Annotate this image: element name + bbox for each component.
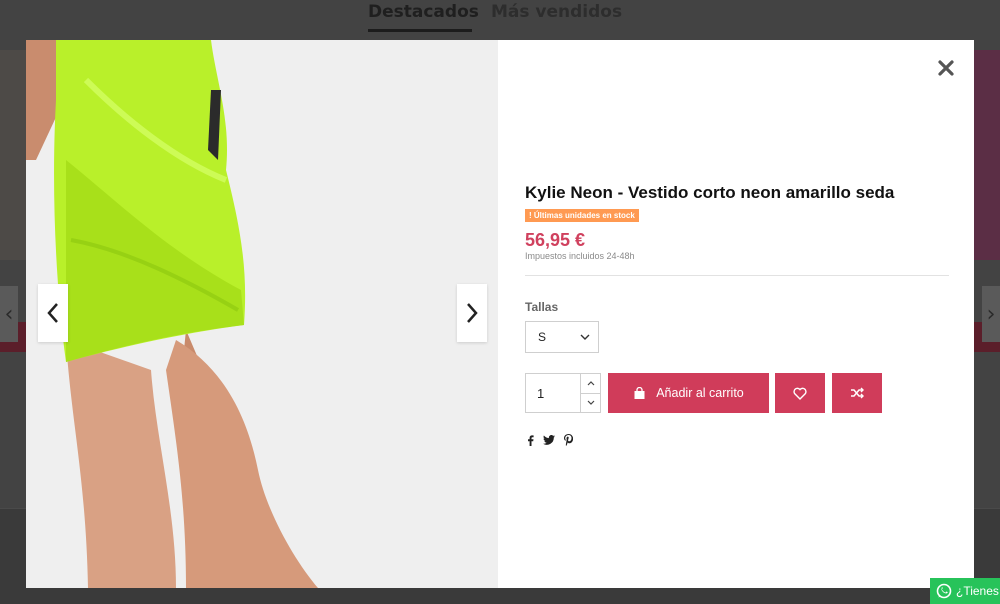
compare-button[interactable] xyxy=(832,373,882,413)
tax-note: Impuestos incluidos 24-48h xyxy=(525,251,635,261)
pinterest-share-button[interactable] xyxy=(564,434,573,446)
close-modal-button[interactable] xyxy=(936,58,956,78)
shopping-bag-icon xyxy=(634,386,645,399)
wishlist-button[interactable] xyxy=(775,373,825,413)
quantity-decrease-button[interactable] xyxy=(581,392,600,413)
whatsapp-icon xyxy=(936,583,952,599)
pinterest-icon xyxy=(564,434,573,446)
product-image xyxy=(26,40,498,588)
quantity-stepper: 1 xyxy=(525,373,601,413)
chevron-right-icon xyxy=(467,303,478,323)
stock-badge: ! Últimas unidades en stock xyxy=(525,209,639,222)
product-info-panel: Kylie Neon - Vestido corto neon amarillo… xyxy=(498,40,974,588)
close-icon xyxy=(938,60,954,76)
quantity-input[interactable]: 1 xyxy=(526,374,580,412)
quantity-buttons xyxy=(580,374,600,412)
product-price: 56,95 € xyxy=(525,230,586,250)
quantity-increase-button[interactable] xyxy=(581,374,600,393)
size-label: Tallas xyxy=(525,300,559,314)
chevron-down-icon xyxy=(580,334,590,340)
quick-view-modal: Kylie Neon - Vestido corto neon amarillo… xyxy=(26,40,974,588)
facebook-icon xyxy=(528,434,534,446)
share-links xyxy=(527,434,573,446)
chevron-up-icon xyxy=(587,380,594,386)
twitter-share-button[interactable] xyxy=(543,435,555,445)
product-photo xyxy=(26,40,498,588)
chevron-down-icon xyxy=(587,400,594,406)
size-select[interactable]: S xyxy=(525,321,599,353)
carousel-next-arrow[interactable]: › xyxy=(982,286,1000,342)
add-to-cart-label: Añadir al carrito xyxy=(656,386,744,400)
size-selected-value: S xyxy=(538,330,547,344)
shuffle-icon xyxy=(851,387,864,399)
background-product-card-right xyxy=(974,50,1000,260)
carousel-prev-arrow[interactable]: ‹ xyxy=(0,286,18,342)
whatsapp-chat-button[interactable]: ¿Tienes xyxy=(930,578,1000,604)
image-next-button[interactable] xyxy=(457,284,487,342)
add-to-cart-button[interactable]: Añadir al carrito xyxy=(608,373,769,413)
product-title: Kylie Neon - Vestido corto neon amarillo… xyxy=(525,183,895,202)
facebook-share-button[interactable] xyxy=(527,434,534,446)
chevron-left-icon xyxy=(47,303,58,323)
active-tab-indicator xyxy=(368,29,472,32)
whatsapp-label: ¿Tienes xyxy=(956,584,999,598)
divider xyxy=(525,275,949,276)
tab-destacados[interactable]: Destacados xyxy=(368,2,479,22)
background-product-card-left xyxy=(0,50,26,260)
heart-icon xyxy=(793,387,807,400)
tab-mas-vendidos[interactable]: Más vendidos xyxy=(491,2,622,22)
product-tabs: Destacados Más vendidos xyxy=(0,0,1000,36)
image-prev-button[interactable] xyxy=(38,284,68,342)
twitter-icon xyxy=(543,435,555,445)
